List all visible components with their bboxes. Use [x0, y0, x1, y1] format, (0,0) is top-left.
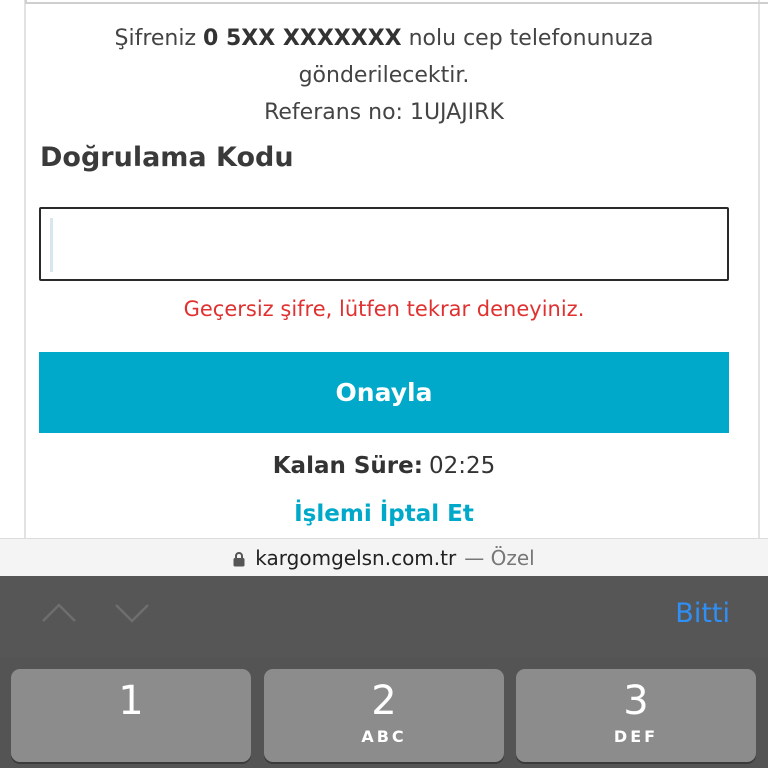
key-3[interactable]: 3 DEF [516, 669, 756, 762]
remaining-time: Kalan Süre: 02:25 [40, 453, 728, 479]
sms-info: Şifreniz 0 5XX XXXXXXX nolu cep telefonu… [40, 20, 728, 131]
error-message: Geçersiz şifre, lütfen tekrar deneyiniz. [183, 297, 585, 321]
key-3-number: 3 [623, 678, 649, 724]
key-1[interactable]: 1 [11, 669, 251, 762]
cancel-transaction-link[interactable]: İşlemi İptal Et [40, 501, 728, 527]
lock-icon [233, 551, 245, 566]
sms-info-line2: gönderilecektir. [298, 63, 470, 88]
remaining-time-label: Kalan Süre: [272, 453, 423, 479]
key-2-letters: ABC [361, 727, 407, 746]
sms-info-suffix: nolu cep telefonunuza [401, 26, 654, 51]
chevron-down-icon[interactable] [114, 601, 150, 625]
key-1-number: 1 [118, 678, 144, 724]
chevron-up-icon[interactable] [41, 601, 77, 625]
page-left-border [24, 0, 26, 538]
remaining-time-value: 02:25 [428, 453, 496, 479]
key-2[interactable]: 2 ABC [264, 669, 504, 762]
page-right-border [758, 0, 760, 538]
address-domain: kargomgelsn.com.tr [255, 545, 457, 570]
private-mode-label: — Özel [464, 545, 535, 570]
verification-code-input[interactable] [39, 207, 729, 281]
verification-code-label: Doğrulama Kodu [40, 142, 294, 173]
browser-address-bar[interactable]: kargomgelsn.com.tr — Özel [0, 538, 768, 576]
key-2-number: 2 [371, 678, 397, 724]
page-top-border [25, 0, 768, 4]
sms-info-line1: Şifreniz 0 5XX XXXXXXX nolu cep telefonu… [40, 20, 728, 57]
key-3-letters: DEF [613, 727, 659, 746]
done-button[interactable]: Bitti [675, 598, 730, 629]
confirm-button[interactable]: Onayla [39, 352, 729, 433]
web-page: Şifreniz 0 5XX XXXXXXX nolu cep telefonu… [0, 0, 768, 538]
text-caret [50, 218, 53, 272]
reference-number: Referans no: 1UJAJIRK [264, 100, 504, 125]
masked-phone-number: 0 5XX XXXXXXX [203, 26, 402, 51]
sms-info-prefix: Şifreniz [114, 26, 204, 51]
